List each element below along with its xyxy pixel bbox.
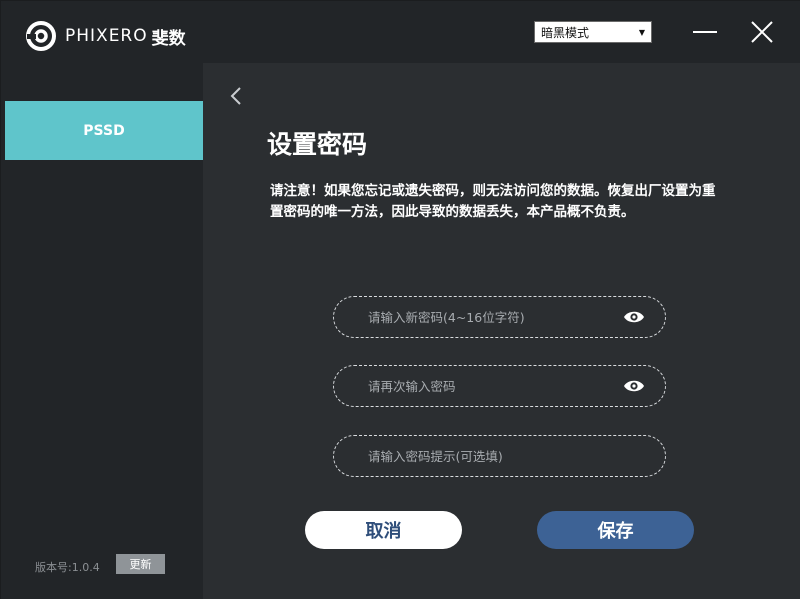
save-button[interactable]: 保存 [537, 511, 694, 549]
minimize-icon [693, 31, 717, 33]
password-hint-field [333, 435, 666, 477]
eye-icon[interactable] [623, 379, 645, 393]
eye-icon[interactable] [623, 310, 645, 324]
sidebar-item-label: PSSD [83, 122, 125, 139]
triangle-down-icon: ▼ [638, 27, 645, 37]
theme-select-value: 暗黑模式 [541, 25, 590, 40]
update-button[interactable]: 更新 [116, 554, 165, 574]
phixero-logo-icon [26, 21, 56, 51]
app-window: PHIXERO 斐数 暗黑模式 ▼ PSSD 版本号:1.0.4 更新 设置密码… [0, 0, 800, 599]
new-password-field [333, 296, 666, 338]
new-password-input[interactable] [368, 309, 623, 325]
close-button[interactable] [747, 15, 777, 49]
brand-cn-text: 斐数 [151, 28, 186, 49]
sidebar-item-pssd[interactable]: PSSD [5, 101, 203, 160]
version-label: 版本号:1.0.4 [35, 561, 100, 574]
chevron-left-icon [230, 87, 241, 105]
confirm-password-field [333, 365, 666, 407]
password-hint-input[interactable] [368, 448, 645, 464]
warning-notice: 请注意！如果您忘记或遗失密码，则无法访问您的数据。恢复出厂设置为重置密码的唯一方… [270, 183, 716, 220]
sidebar: PSSD 版本号:1.0.4 更新 [1, 63, 203, 599]
cancel-button[interactable]: 取消 [305, 511, 462, 549]
brand-logo: PHIXERO 斐数 [25, 20, 186, 52]
brand-text: PHIXERO [65, 26, 148, 46]
main-panel: 设置密码 请注意！如果您忘记或遗失密码，则无法访问您的数据。恢复出厂设置为重置密… [203, 63, 800, 599]
confirm-password-input[interactable] [368, 378, 623, 394]
title-bar: PHIXERO 斐数 暗黑模式 ▼ [1, 1, 800, 63]
page-title: 设置密码 [267, 130, 368, 159]
minimize-button[interactable] [690, 15, 720, 49]
theme-select[interactable]: 暗黑模式 ▼ [534, 21, 652, 43]
close-icon [751, 21, 773, 43]
back-button[interactable] [225, 83, 247, 109]
